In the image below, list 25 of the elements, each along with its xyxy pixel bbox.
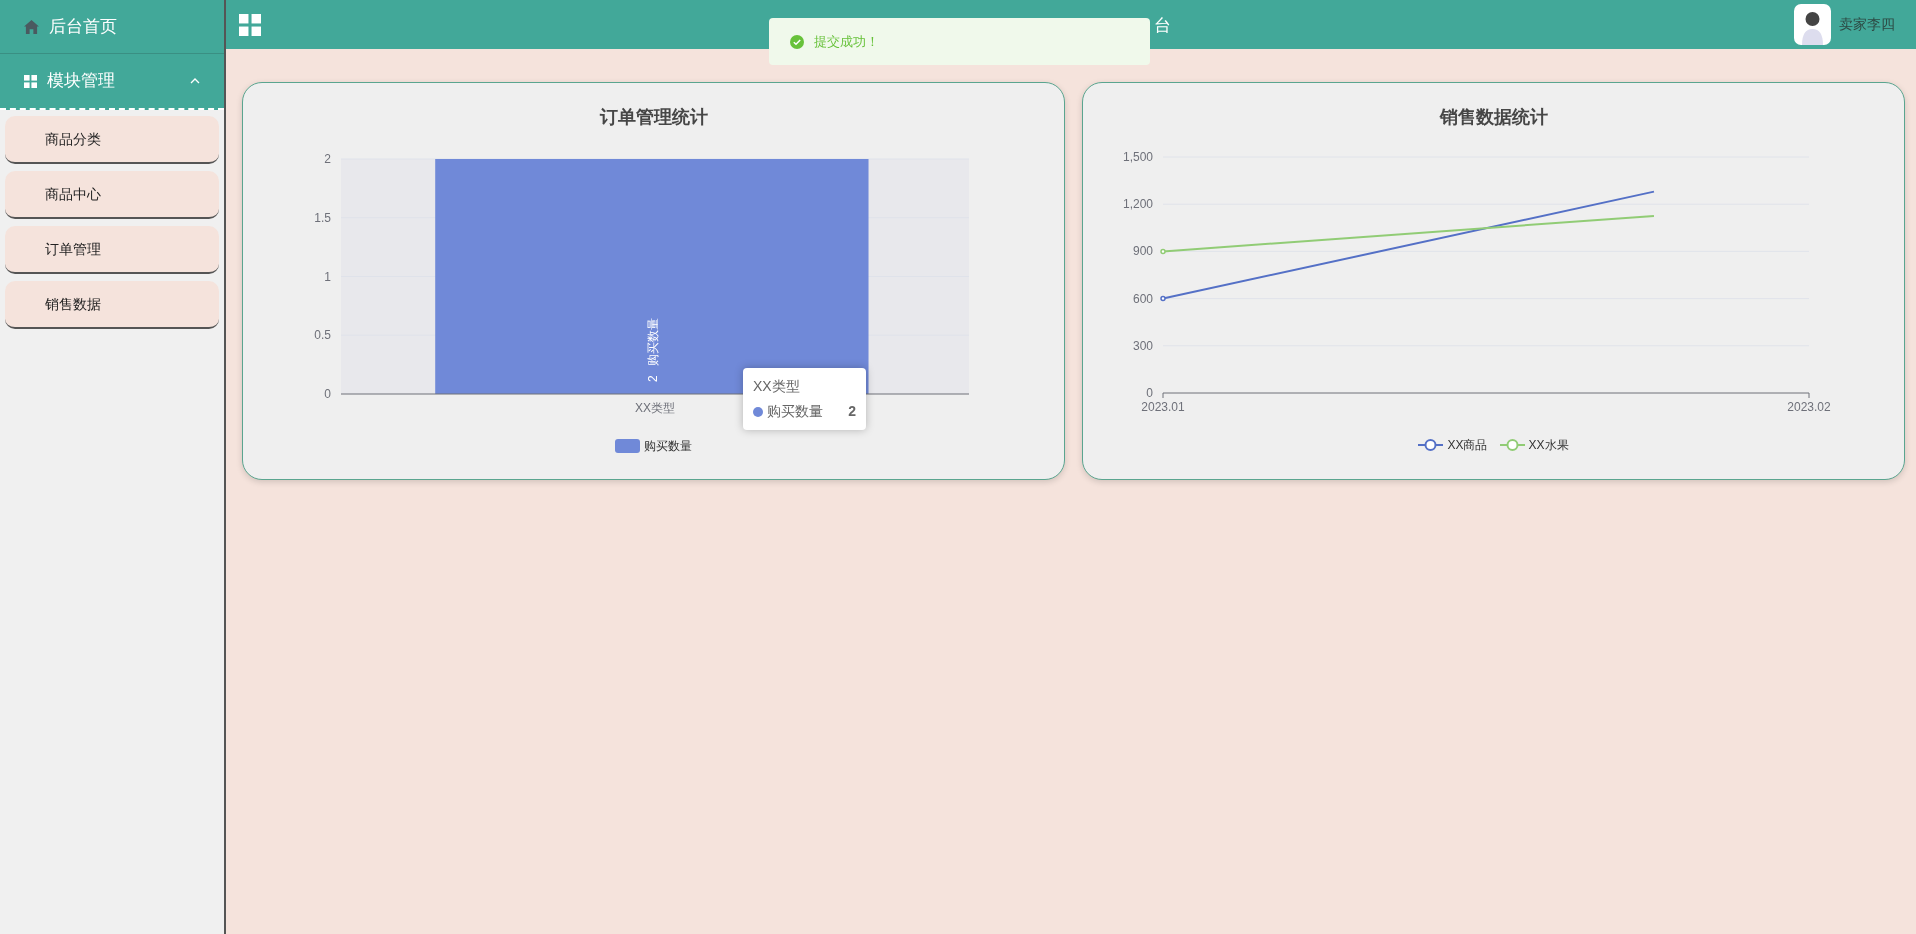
axis-tick-label: XX类型 [635,401,675,415]
axis-tick-label: 1,500 [1122,150,1153,164]
axis-tick-label: 900 [1132,244,1153,259]
axis-tick-label: 0.5 [314,328,331,343]
axis-tick-label: 2 [324,152,331,166]
bar-value-label: 2 [645,375,660,382]
axis-tick-label: 1 [324,269,331,284]
chart-title: 订单管理统计 [599,106,708,129]
tooltip-series: 购买数量 [767,402,823,421]
axis-tick-label: 2023.01 [1141,400,1185,414]
axis-tick-label: 2023.02 [1787,400,1831,414]
axis-tick-label: 0 [324,387,331,401]
chart-title: 销售数据统计 [1439,106,1548,129]
tooltip-value: 2 [848,402,856,421]
header-title: 台 [1154,14,1171,37]
sidebar-item-label: 后台首页 [49,15,117,38]
tooltip-title: XX类型 [753,377,801,396]
axis-tick-label: 1,200 [1122,197,1153,212]
bar-series-label: 购买数量 [645,318,660,366]
sidebar-group-label: 模块管理 [47,70,115,93]
toast-message: 提交成功！ [814,32,879,51]
axis-tick-label: 300 [1132,338,1153,353]
axis-tick-label: 1.5 [314,210,331,225]
axis-tick-label: 600 [1132,291,1153,306]
axis-tick-label: 0 [1146,386,1153,400]
